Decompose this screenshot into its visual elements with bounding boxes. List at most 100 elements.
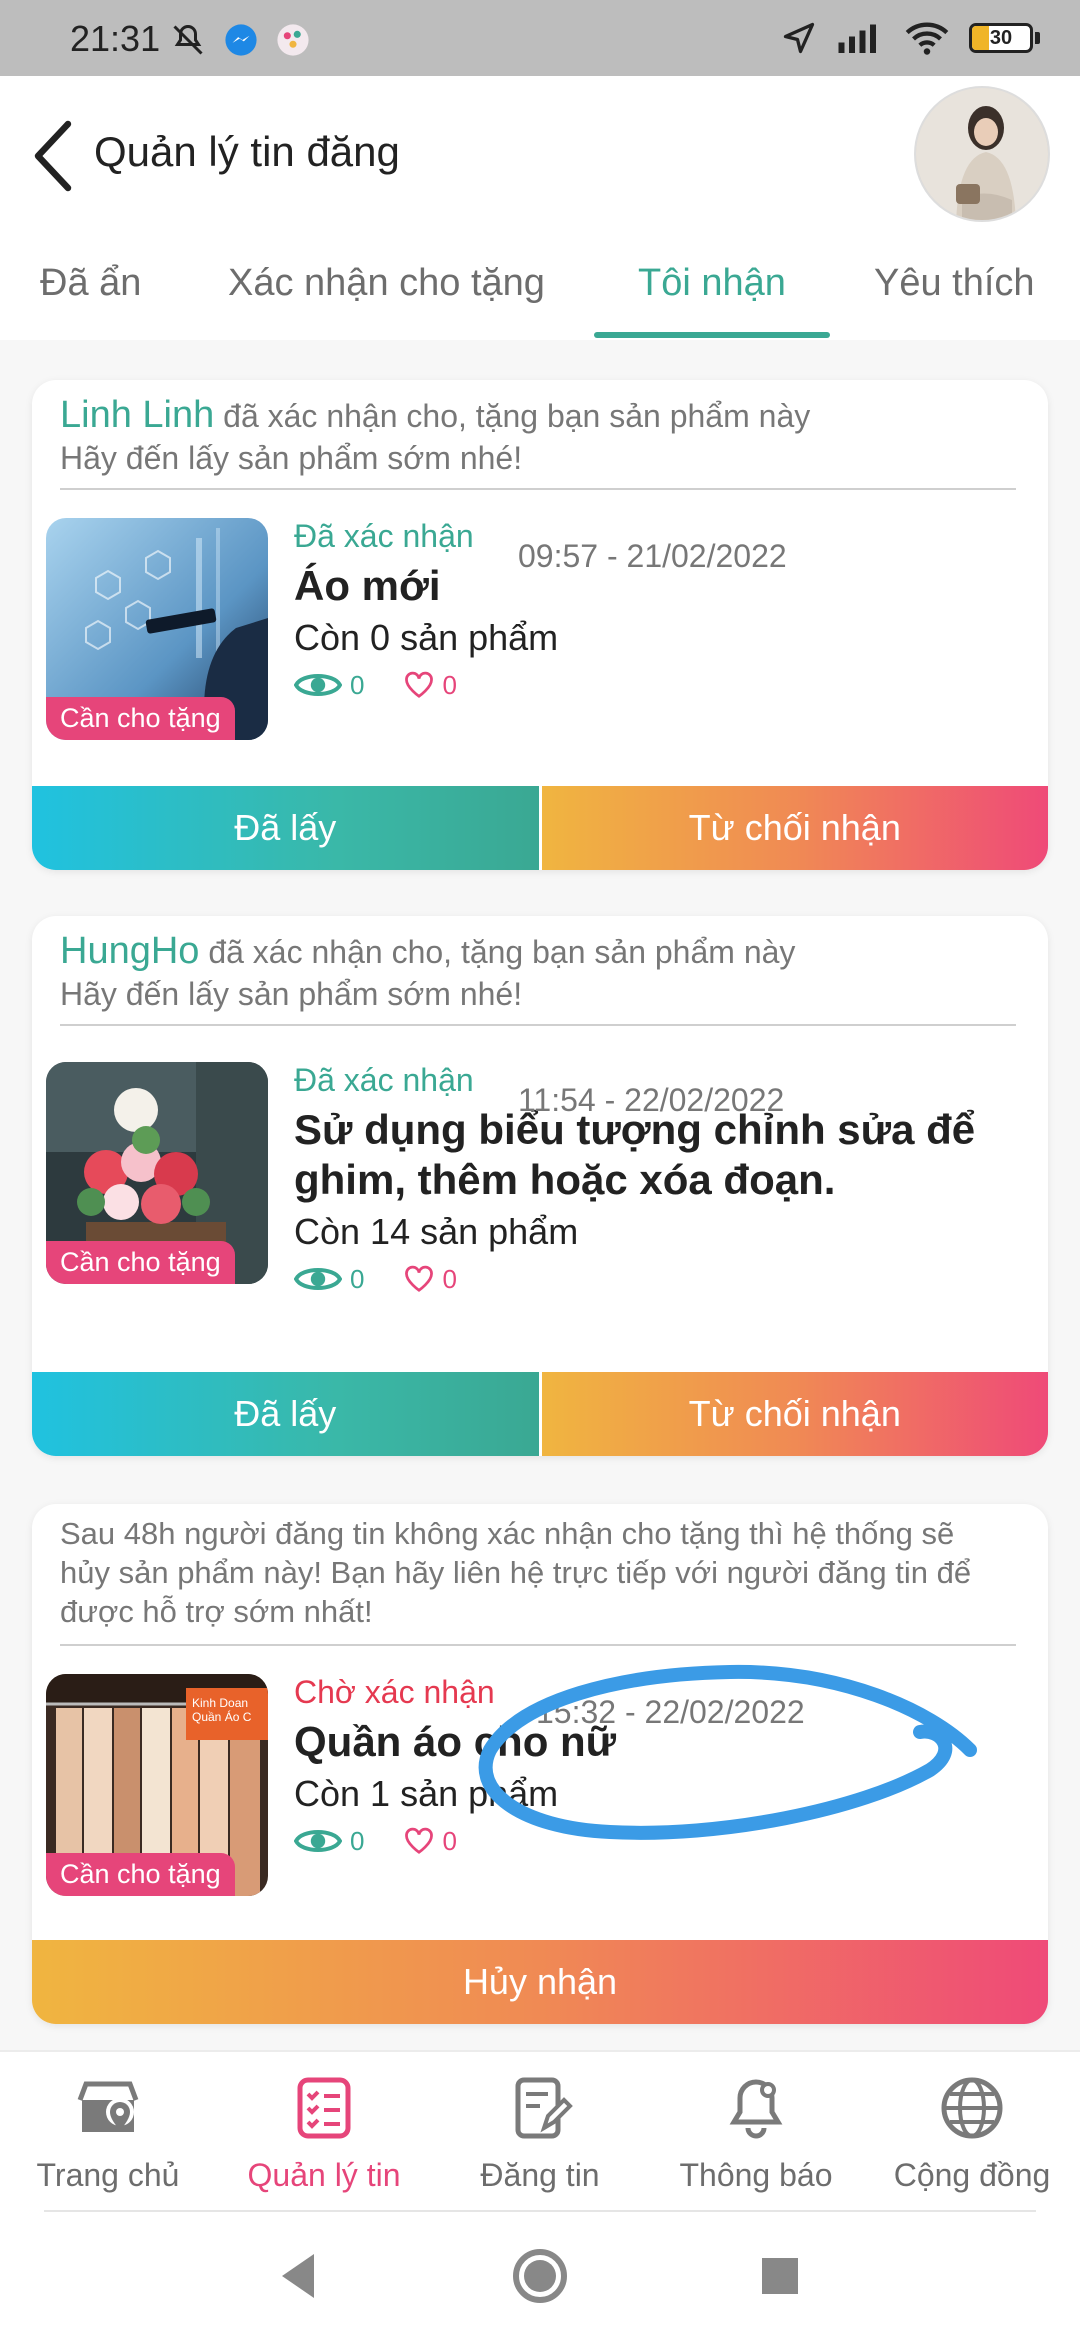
heart-icon — [405, 671, 434, 698]
request-time: 15:32 - 22/02/2022 — [536, 1694, 805, 1730]
eye-icon — [294, 1268, 342, 1290]
product-stock: Còn 1 sản phẩm — [294, 1773, 559, 1814]
back-arrow-icon[interactable] — [28, 120, 84, 192]
store-location-icon — [77, 2081, 139, 2132]
thumbnail-caption: Kinh Doan Quần Áo C — [192, 1696, 252, 1724]
reject-button[interactable]: Từ chối nhận — [541, 786, 1048, 870]
heart-icon — [405, 1265, 434, 1292]
views-count: 0 — [350, 1825, 365, 1856]
post-card: Sau 48h người đăng tin không xác nhận ch… — [32, 1504, 1048, 2024]
recents-square-icon[interactable] — [750, 2246, 810, 2306]
card-message: Linh Linh đã xác nhận cho, tặng bạn sản … — [32, 380, 1048, 479]
app-icon — [277, 24, 309, 56]
pickup-note: Hãy đến lấy sản phẩm sớm nhé! — [60, 976, 523, 1012]
nav-manage-posts[interactable]: Quản lý tin — [216, 2072, 432, 2194]
confirm-message: đã xác nhận cho, tặng bạn sản phẩm này — [214, 398, 811, 434]
nav-post[interactable]: Đăng tin — [432, 2072, 648, 2194]
picked-up-button[interactable]: Đã lấy — [32, 786, 542, 870]
category-tag: Cần cho tặng — [46, 1853, 235, 1896]
nav-notifications[interactable]: Thông báo — [648, 2072, 864, 2194]
nav-community[interactable]: Cộng đồng — [864, 2072, 1080, 2194]
pickup-note: Hãy đến lấy sản phẩm sớm nhé! — [60, 440, 523, 476]
nav-label: Thông báo — [679, 2157, 833, 2193]
avatar-photo — [916, 88, 1048, 220]
system-nav-bar — [0, 2212, 1080, 2340]
app-header: Quản lý tin đăng — [0, 76, 1080, 236]
tab-favorites[interactable]: Yêu thích — [874, 262, 1035, 305]
location-icon — [783, 22, 815, 54]
heart-icon — [405, 1827, 434, 1854]
edit-document-icon — [515, 2077, 573, 2139]
cancel-receive-button[interactable]: Hủy nhận — [32, 1940, 1048, 2024]
card-actions: Đã lấy Từ chối nhận — [32, 786, 1048, 870]
product-thumbnail[interactable]: Kinh Doan Quần Áo C Cần cho tặng — [46, 1674, 268, 1896]
category-tag: Cần cho tặng — [46, 1241, 235, 1284]
likes-stat: 0 — [404, 1825, 457, 1857]
globe-icon — [941, 2077, 1003, 2139]
bell-icon — [729, 2079, 783, 2139]
likes-count: 0 — [442, 669, 457, 700]
confirm-time: 11:54 - 22/02/2022 — [518, 1082, 785, 1118]
product-stats: 0 0 — [294, 1263, 994, 1295]
likes-stat: 0 — [404, 669, 457, 701]
nav-label: Quản lý tin — [247, 2157, 401, 2193]
giver-name[interactable]: Linh Linh — [60, 394, 214, 436]
likes-count: 0 — [442, 1263, 457, 1294]
product-thumbnail[interactable]: Cần cho tặng — [46, 1062, 268, 1284]
cancel-warning: Sau 48h người đăng tin không xác nhận ch… — [60, 1516, 972, 1629]
tab-hidden[interactable]: Đã ẩn — [40, 262, 141, 305]
post-card: Linh Linh đã xác nhận cho, tặng bạn sản … — [32, 380, 1048, 870]
product-stats: 0 0 — [294, 669, 558, 701]
product-stock: Còn 14 sản phẩm — [294, 1211, 579, 1252]
card-divider — [60, 488, 1016, 490]
checklist-icon — [297, 2077, 351, 2139]
mute-icon — [173, 24, 203, 55]
eye-icon — [294, 674, 342, 696]
views-stat: 0 — [294, 1263, 364, 1295]
wifi-icon — [905, 22, 949, 55]
picked-up-button[interactable]: Đã lấy — [32, 1372, 542, 1456]
back-triangle-icon[interactable] — [270, 2246, 330, 2306]
post-list[interactable]: Linh Linh đã xác nhận cho, tặng bạn sản … — [0, 340, 1080, 2050]
views-count: 0 — [350, 669, 365, 700]
confirm-message: đã xác nhận cho, tặng bạn sản phẩm này — [199, 934, 796, 970]
giver-name[interactable]: HungHo — [60, 930, 199, 972]
product-title[interactable]: Sử dụng biểu tượng chỉnh sửa để ghim, th… — [294, 1105, 994, 1205]
card-actions: Đã lấy Từ chối nhận — [32, 1372, 1048, 1456]
card-actions: Hủy nhận — [32, 1940, 1048, 2024]
page-title: Quản lý tin đăng — [94, 128, 400, 175]
product-stock: Còn 0 sản phẩm — [294, 617, 559, 658]
card-divider — [60, 1024, 1016, 1026]
views-stat: 0 — [294, 1825, 364, 1857]
nav-label: Trang chủ — [36, 2157, 180, 2193]
views-stat: 0 — [294, 669, 364, 701]
card-divider — [60, 1644, 1016, 1646]
card-message: HungHo đã xác nhận cho, tặng bạn sản phẩ… — [32, 916, 1048, 1015]
tab-confirm-give[interactable]: Xác nhận cho tặng — [228, 262, 545, 305]
tab-active-indicator — [594, 332, 830, 338]
nav-home[interactable]: Trang chủ — [0, 2072, 216, 2194]
likes-stat: 0 — [404, 1263, 457, 1295]
messenger-icon — [225, 24, 257, 56]
category-tag: Cần cho tặng — [46, 697, 235, 740]
home-circle-icon[interactable] — [510, 2246, 570, 2306]
reject-button[interactable]: Từ chối nhận — [541, 1372, 1048, 1456]
confirm-time: 09:57 - 21/02/2022 — [518, 538, 787, 574]
post-card: HungHo đã xác nhận cho, tặng bạn sản phẩ… — [32, 916, 1048, 1456]
likes-count: 0 — [442, 1825, 457, 1856]
product-stats: 0 0 — [294, 1825, 616, 1857]
status-time: 21:31 — [70, 18, 161, 59]
eye-icon — [294, 1830, 342, 1852]
product-thumbnail[interactable]: Cần cho tặng — [46, 518, 268, 740]
nav-label: Cộng đồng — [893, 2157, 1051, 2193]
signal-icon — [838, 24, 876, 53]
battery-icon: 30 — [969, 23, 1040, 53]
avatar[interactable] — [914, 86, 1050, 222]
views-count: 0 — [350, 1263, 365, 1294]
nav-label: Đăng tin — [480, 2157, 600, 2193]
tab-bar: Đã ẩn Xác nhận cho tặng Tôi nhận Yêu thí… — [0, 236, 1080, 340]
tab-received[interactable]: Tôi nhận — [638, 262, 786, 305]
status-bar: 21:31 30 — [0, 0, 1080, 76]
bottom-nav: Trang chủ Quản lý tin Đăng tin Thông báo — [0, 2050, 1080, 2210]
battery-text: 30 — [989, 27, 1013, 49]
